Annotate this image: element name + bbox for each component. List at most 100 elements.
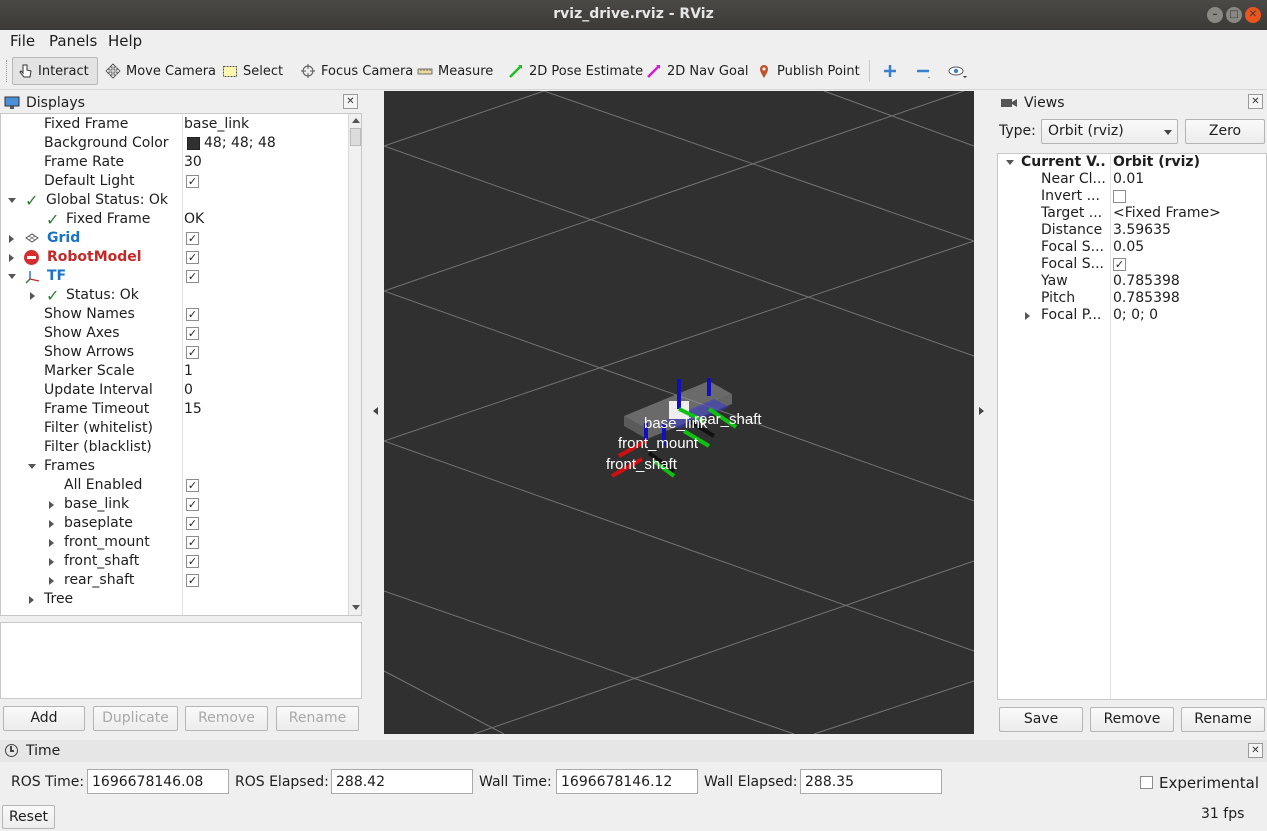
- baseplate-checkbox[interactable]: ✓: [186, 517, 199, 530]
- view-row-invert[interactable]: Invert ...: [998, 188, 1266, 205]
- display-row-global-status[interactable]: ✓ Global Status: Ok: [1, 191, 348, 210]
- display-row-all-enabled[interactable]: All Enabled ✓: [1, 476, 348, 495]
- remove-display-button[interactable]: Remove: [185, 706, 268, 731]
- scroll-up-icon[interactable]: [352, 118, 360, 123]
- expand-arrow-icon[interactable]: [9, 254, 14, 262]
- display-row-frame-rate[interactable]: Frame Rate 30: [1, 153, 348, 172]
- row-value[interactable]: 3.59635: [1113, 222, 1171, 239]
- row-value[interactable]: 0.05: [1113, 239, 1144, 256]
- expand-arrow-icon[interactable]: [30, 292, 35, 300]
- display-row-filter-whitelist[interactable]: Filter (whitelist): [1, 419, 348, 438]
- view-row-target-frame[interactable]: Target ... <Fixed Frame>: [998, 205, 1266, 222]
- reset-button[interactable]: Reset: [2, 805, 55, 829]
- ros-time-field[interactable]: [87, 769, 229, 794]
- display-row-grid[interactable]: Grid ✓: [1, 229, 348, 248]
- all-enabled-checkbox[interactable]: ✓: [186, 479, 199, 492]
- front-shaft-checkbox[interactable]: ✓: [186, 555, 199, 568]
- views-close-button[interactable]: ✕: [1248, 94, 1263, 109]
- row-value[interactable]: 0; 0; 0: [1113, 307, 1158, 324]
- focal-shape-checkbox[interactable]: ✓: [1113, 258, 1126, 271]
- display-row-background-color[interactable]: Background Color 48; 48; 48: [1, 134, 348, 153]
- display-row-tf-status[interactable]: ✓ Status: Ok: [1, 286, 348, 305]
- display-row-tree[interactable]: Tree: [1, 590, 348, 609]
- row-value[interactable]: <Fixed Frame>: [1113, 205, 1221, 222]
- expand-arrow-icon[interactable]: [49, 539, 54, 547]
- expand-arrow-icon[interactable]: [8, 198, 16, 203]
- toolbar-grip[interactable]: [6, 60, 8, 82]
- tf-checkbox[interactable]: ✓: [186, 270, 199, 283]
- remove-view-button[interactable]: Remove: [1090, 707, 1174, 732]
- add-display-button[interactable]: Add: [3, 706, 85, 731]
- pose-estimate-tool[interactable]: 2D Pose Estimate: [504, 57, 647, 85]
- nav-goal-tool[interactable]: 2D Nav Goal: [642, 57, 753, 85]
- collapse-arrow-icon[interactable]: [1006, 160, 1014, 165]
- grid-checkbox[interactable]: ✓: [186, 232, 199, 245]
- row-value[interactable]: 30: [184, 153, 202, 172]
- expand-arrow-icon[interactable]: [49, 577, 54, 585]
- display-row-frames[interactable]: Frames: [1, 457, 348, 476]
- view-type-select[interactable]: Orbit (rviz): [1041, 119, 1178, 144]
- collapse-arrow-icon[interactable]: [8, 274, 16, 279]
- show-arrows-checkbox[interactable]: ✓: [186, 346, 199, 359]
- menu-file[interactable]: File: [10, 32, 35, 50]
- display-row-frame-base-link[interactable]: base_link ✓: [1, 495, 348, 514]
- select-tool[interactable]: Select: [218, 57, 287, 85]
- row-value[interactable]: base_link: [184, 115, 249, 134]
- show-axes-checkbox[interactable]: ✓: [186, 327, 199, 340]
- display-row-tf[interactable]: TF ✓: [1, 267, 348, 286]
- displays-scrollbar[interactable]: [348, 114, 361, 615]
- displays-close-button[interactable]: ✕: [343, 94, 358, 109]
- default-light-checkbox[interactable]: ✓: [186, 175, 199, 188]
- collapse-right-icon[interactable]: [979, 407, 984, 415]
- wall-elapsed-field[interactable]: [800, 769, 942, 794]
- row-value[interactable]: 0.785398: [1113, 290, 1180, 307]
- display-row-marker-scale[interactable]: Marker Scale 1: [1, 362, 348, 381]
- view-row-yaw[interactable]: Yaw 0.785398: [998, 273, 1266, 290]
- collapse-arrow-icon[interactable]: [28, 464, 36, 469]
- view-row-current-view[interactable]: Current V... Orbit (rviz): [998, 154, 1266, 171]
- row-value[interactable]: 0.01: [1113, 171, 1144, 188]
- rename-view-button[interactable]: Rename: [1181, 707, 1265, 732]
- move-camera-tool[interactable]: Move Camera: [101, 57, 220, 85]
- expand-arrow-icon[interactable]: [49, 520, 54, 528]
- zero-button[interactable]: Zero: [1185, 119, 1265, 144]
- display-row-show-names[interactable]: Show Names ✓: [1, 305, 348, 324]
- view-row-focal-shape-fixed[interactable]: Focal S... ✓: [998, 256, 1266, 273]
- display-row-fixed-frame[interactable]: Fixed Frame base_link: [1, 115, 348, 134]
- interact-tool[interactable]: Interact: [12, 57, 98, 85]
- display-row-filter-blacklist[interactable]: Filter (blacklist): [1, 438, 348, 457]
- view-row-pitch[interactable]: Pitch 0.785398: [998, 290, 1266, 307]
- expand-arrow-icon[interactable]: [49, 501, 54, 509]
- row-value[interactable]: 0.785398: [1113, 273, 1180, 290]
- scrollbar-thumb[interactable]: [350, 128, 361, 146]
- robotmodel-checkbox[interactable]: ✓: [186, 251, 199, 264]
- show-names-checkbox[interactable]: ✓: [186, 308, 199, 321]
- menu-help[interactable]: Help: [108, 32, 142, 50]
- view-row-focal-point[interactable]: Focal P... 0; 0; 0: [998, 307, 1266, 324]
- invert-checkbox[interactable]: [1113, 190, 1126, 203]
- front-mount-checkbox[interactable]: ✓: [186, 536, 199, 549]
- display-row-show-axes[interactable]: Show Axes ✓: [1, 324, 348, 343]
- collapse-left-icon[interactable]: [373, 407, 378, 415]
- display-row-default-light[interactable]: Default Light ✓: [1, 172, 348, 191]
- rear-shaft-checkbox[interactable]: ✓: [186, 574, 199, 587]
- time-close-button[interactable]: ✕: [1248, 743, 1263, 758]
- menu-panels[interactable]: Panels: [49, 32, 97, 50]
- views-tree[interactable]: Current V... Orbit (rviz) Near Cl... 0.0…: [997, 153, 1267, 700]
- ros-elapsed-field[interactable]: [331, 769, 473, 794]
- expand-arrow-icon[interactable]: [9, 235, 14, 243]
- display-row-frame-timeout[interactable]: Frame Timeout 15: [1, 400, 348, 419]
- publish-point-tool[interactable]: Publish Point: [752, 57, 864, 85]
- minimize-button[interactable]: –: [1207, 7, 1223, 23]
- row-value[interactable]: 0: [184, 381, 193, 400]
- maximize-button[interactable]: □: [1226, 7, 1242, 23]
- view-row-distance[interactable]: Distance 3.59635: [998, 222, 1266, 239]
- expand-arrow-icon[interactable]: [49, 558, 54, 566]
- focus-camera-tool[interactable]: Focus Camera: [296, 57, 417, 85]
- remove-tool-button[interactable]: [911, 57, 940, 85]
- display-row-frame-front-mount[interactable]: front_mount ✓: [1, 533, 348, 552]
- display-row-show-arrows[interactable]: Show Arrows ✓: [1, 343, 348, 362]
- display-row-update-interval[interactable]: Update Interval 0: [1, 381, 348, 400]
- row-value[interactable]: 48; 48; 48: [204, 134, 276, 153]
- display-row-frame-front-shaft[interactable]: front_shaft ✓: [1, 552, 348, 571]
